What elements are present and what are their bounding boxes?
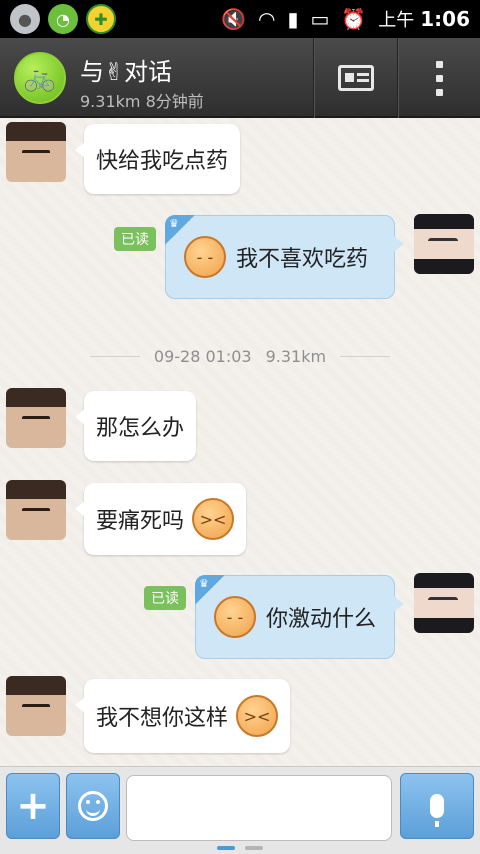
voice-button[interactable] — [400, 773, 474, 839]
contact-avatar[interactable] — [6, 676, 66, 736]
incoming-message-bubble[interactable]: 要痛死吗 >< — [74, 483, 247, 555]
bicycle-icon[interactable]: 🚲 — [14, 52, 66, 104]
page-dot — [245, 846, 263, 850]
message-text: 我不想你这样 — [96, 706, 229, 731]
my-avatar[interactable] — [414, 573, 474, 633]
page-indicator — [0, 842, 480, 854]
my-avatar[interactable] — [414, 214, 474, 274]
battery-icon: ▭ — [310, 7, 330, 31]
message-text: 那怎么办 — [96, 416, 185, 441]
chat-title: 与✌对话 — [80, 58, 173, 86]
chat-header: 🚲 与✌对话 9.31km 8分钟前 — [0, 38, 480, 118]
add-attachment-button[interactable]: + — [6, 773, 60, 839]
notification-icons: ● ◔ ✚ — [10, 4, 116, 34]
crown-icon: ♛ — [165, 215, 195, 245]
page-dot-active — [217, 846, 235, 850]
status-bar: ● ◔ ✚ 🔇 ◠ ▮ ▭ ⏰ 上午 1:06 — [0, 0, 480, 38]
incoming-message-bubble[interactable]: 那怎么办 — [74, 391, 197, 461]
message-text: 快给我吃点药 — [96, 149, 229, 174]
contact-avatar[interactable] — [6, 388, 66, 448]
system-indicators: 🔇 ◠ ▮ ▭ ⏰ 上午 1:06 — [221, 0, 470, 38]
divider-date: 09-28 01:03 — [153, 346, 252, 366]
wechat-icon: ◔ — [48, 4, 78, 34]
divider-distance: 9.31km — [265, 346, 327, 366]
chat-subtitle: 9.31km 8分钟前 — [80, 92, 204, 111]
message-input[interactable] — [126, 775, 392, 841]
microphone-icon — [430, 794, 444, 827]
message-text: 我不喜欢吃药 — [236, 247, 369, 272]
angry-face-icon: >< — [192, 498, 235, 540]
message-text: 你激动什么 — [266, 607, 377, 632]
360-security-icon: ✚ — [86, 4, 116, 34]
incoming-message-bubble[interactable]: 快给我吃点药 — [74, 124, 241, 194]
mute-icon: 🔇 — [221, 7, 246, 31]
outgoing-message-bubble[interactable]: ♛ - - 我不喜欢吃药 — [165, 215, 404, 299]
read-receipt-badge: 已读 — [144, 586, 186, 610]
alarm-icon: ⏰ — [341, 7, 367, 31]
incoming-message-bubble[interactable]: 我不想你这样 >< — [74, 679, 291, 753]
more-options-button[interactable] — [397, 38, 480, 118]
clock-ampm: 上午 — [378, 10, 415, 31]
outgoing-message-bubble[interactable]: ♛ - - 你激动什么 — [195, 575, 404, 659]
emoji-button[interactable] — [66, 773, 120, 839]
message-text: 要痛死吗 — [96, 509, 185, 534]
people-app-icon: ● — [10, 4, 40, 34]
contact-avatar[interactable] — [6, 480, 66, 540]
plus-icon: + — [16, 783, 50, 829]
profile-card-icon — [337, 65, 374, 91]
wifi-icon: ◠ — [257, 7, 276, 31]
more-vertical-icon — [436, 60, 443, 96]
profile-card-button[interactable] — [313, 38, 397, 118]
contact-avatar[interactable] — [6, 122, 66, 182]
read-receipt-badge: 已读 — [114, 227, 156, 251]
clock-time: 1:06 — [420, 7, 470, 31]
angry-face-icon: >< — [236, 695, 279, 737]
crown-icon: ♛ — [195, 575, 225, 605]
signal-icon: ▮ — [287, 7, 299, 31]
time-divider: 09-28 01:03 9.31km — [90, 344, 391, 368]
message-list[interactable]: 快给我吃点药 已读 ♛ - - 我不喜欢吃药 09-28 01:03 9.31k… — [0, 118, 480, 766]
input-bar: + — [0, 766, 480, 842]
smiley-icon — [78, 791, 108, 821]
